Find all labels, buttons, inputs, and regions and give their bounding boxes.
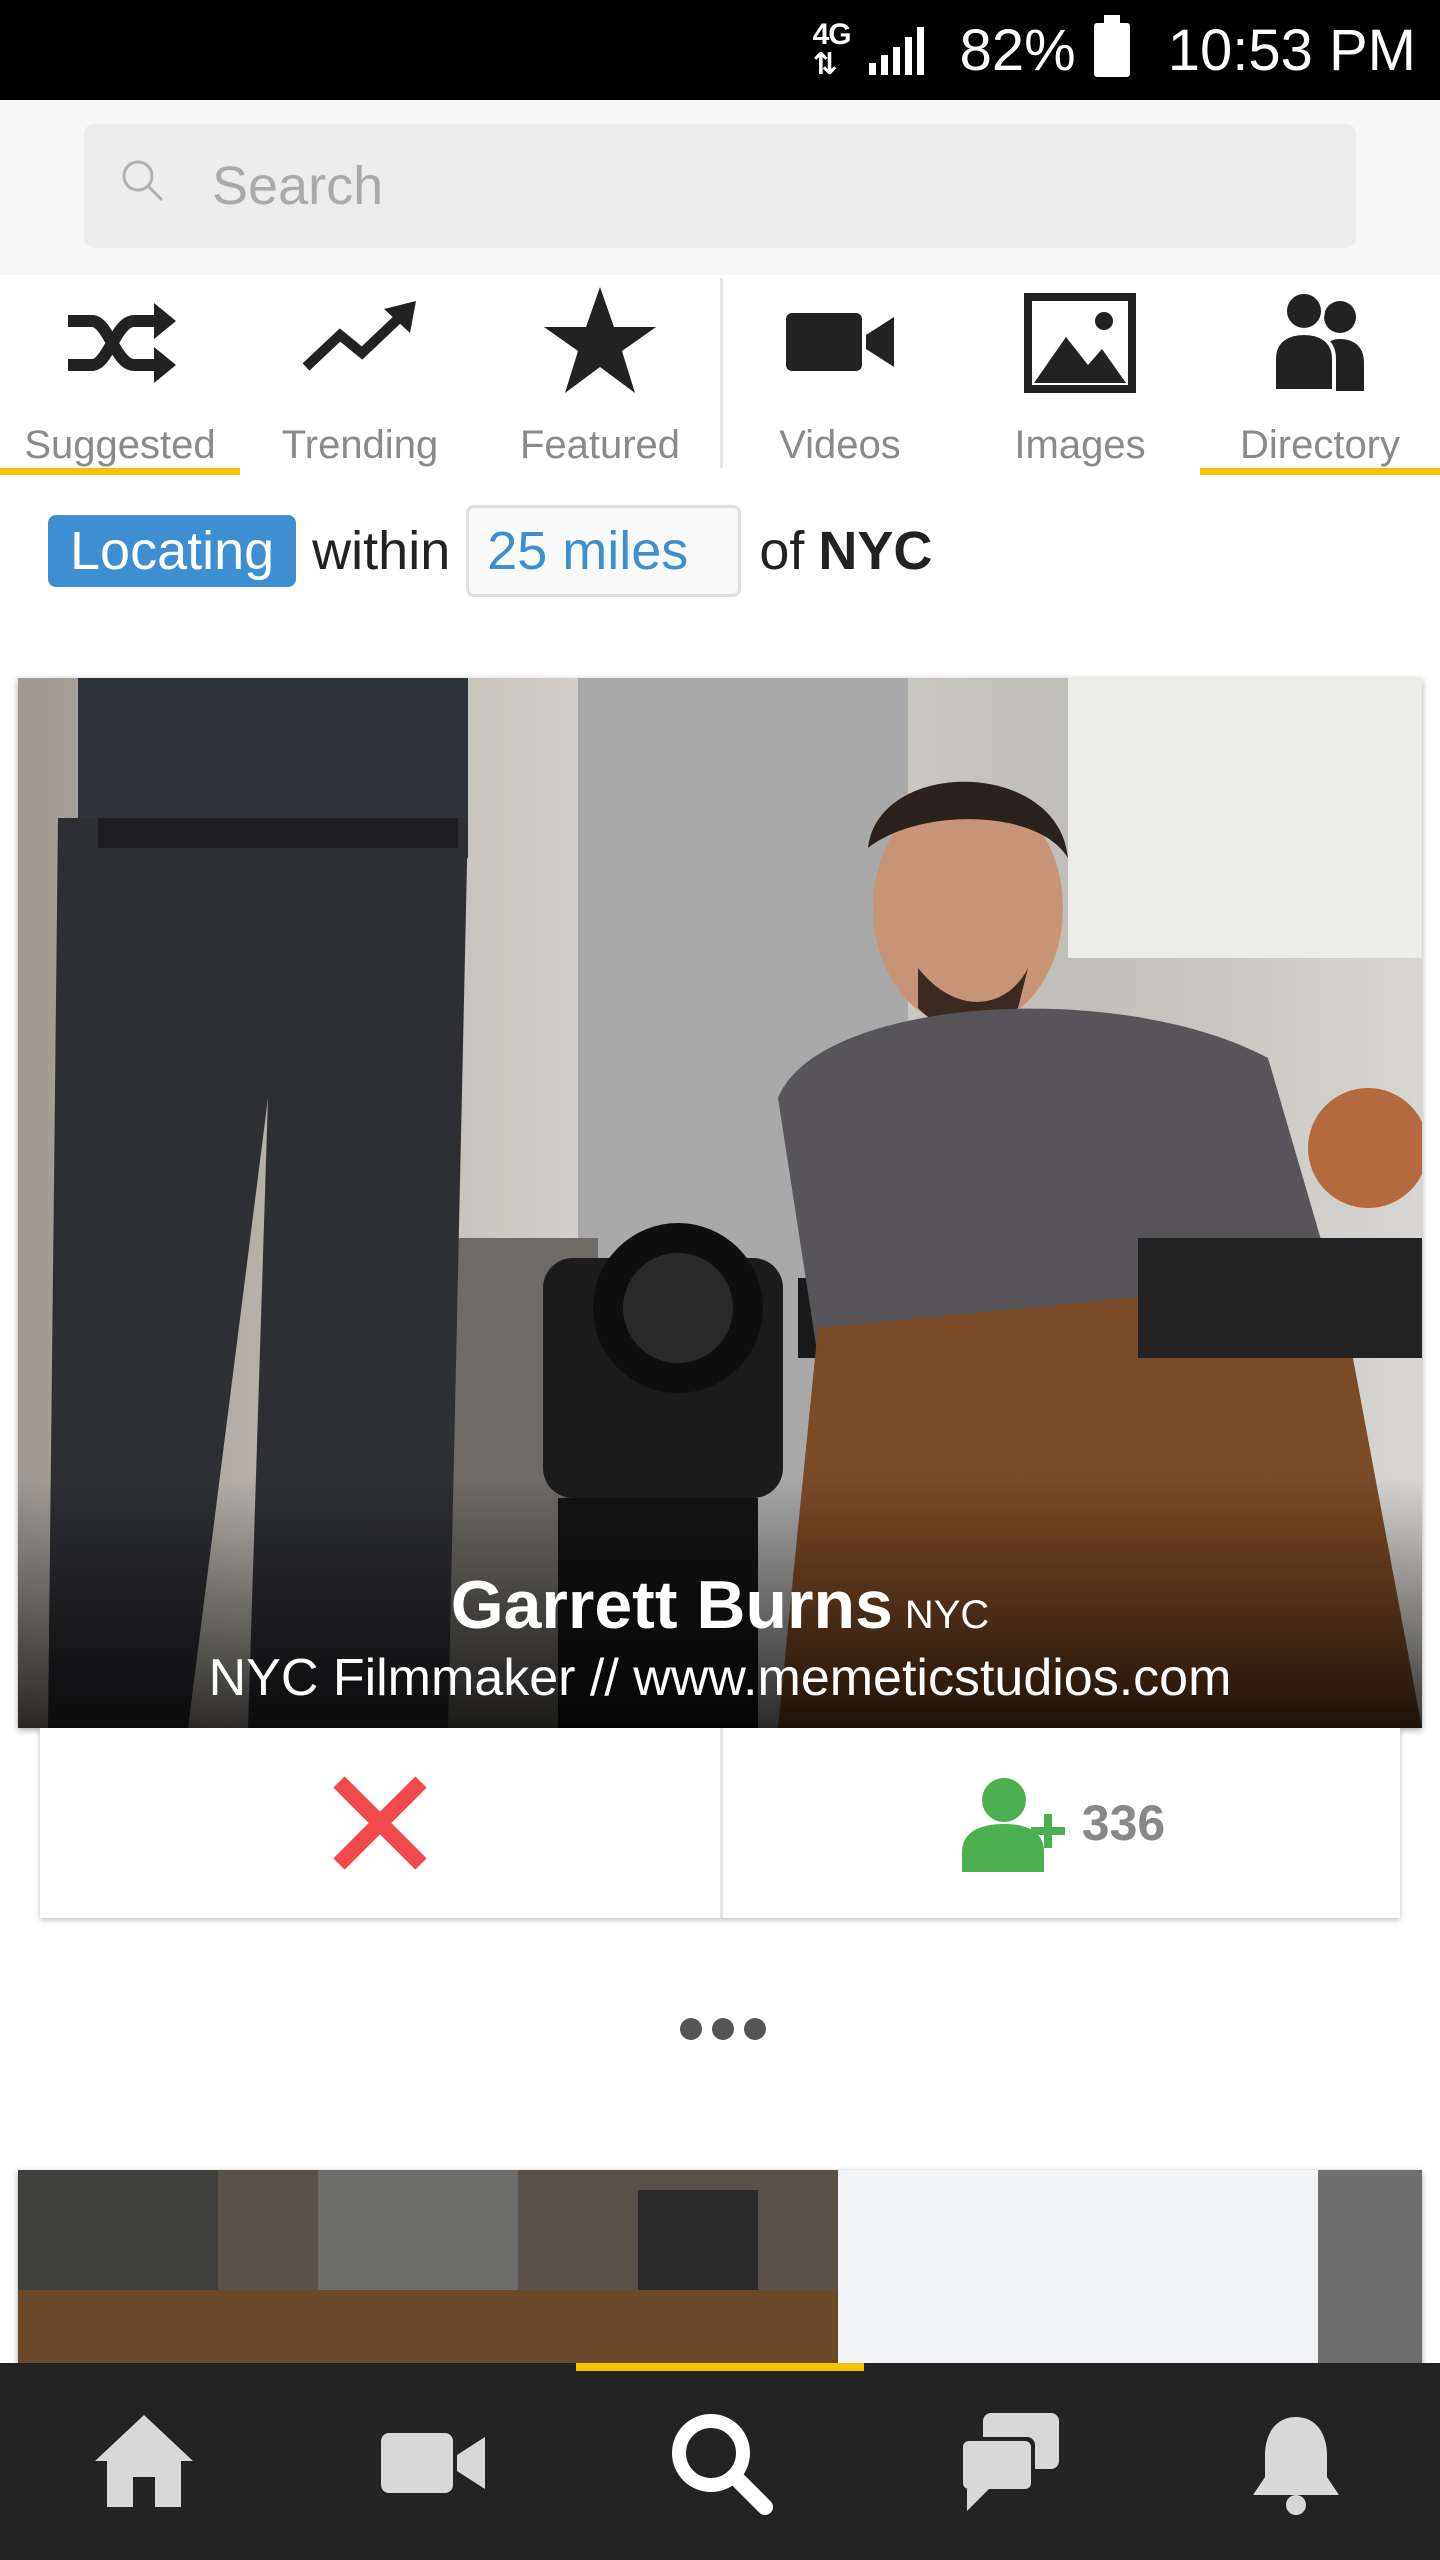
status-bar: 4G ⇅ 82% 10:53 PM <box>0 0 1440 100</box>
video-camera-icon <box>786 313 894 371</box>
search-area <box>0 100 1440 275</box>
chat-icon <box>959 2412 1059 2511</box>
people-icon <box>1272 290 1364 393</box>
profile-name-line: Garrett Burns NYC <box>18 1566 1422 1644</box>
locating-badge[interactable]: Locating <box>48 515 297 587</box>
network-indicator: 4G ⇅ <box>812 18 852 81</box>
battery-percent: 82% <box>959 17 1076 83</box>
home-icon <box>95 2414 193 2507</box>
profile-location: NYC <box>904 1593 990 1637</box>
within-label: within <box>312 521 451 581</box>
location-filter: Locating within 25 miles of NYC <box>48 505 932 597</box>
nav-search[interactable] <box>576 2363 864 2560</box>
tab-label: Suggested <box>24 423 216 467</box>
tab-trending[interactable]: Trending <box>240 275 480 475</box>
profile-photo <box>18 2170 1422 2370</box>
profile-name[interactable]: Garrett Burns <box>451 1567 893 1643</box>
tab-label: Images <box>1014 423 1146 467</box>
of-label: of <box>759 521 805 581</box>
tab-featured[interactable]: Featured <box>480 275 720 475</box>
image-icon <box>1024 293 1136 393</box>
follow-button[interactable]: 336 <box>720 1728 1400 1918</box>
search-icon <box>122 160 164 202</box>
tab-label: Featured <box>519 423 681 467</box>
shuffle-icon <box>68 303 176 383</box>
tab-images[interactable]: Images <box>960 275 1200 475</box>
tab-label: Directory <box>1239 423 1401 467</box>
add-user-icon <box>961 1778 1065 1872</box>
next-profile-card[interactable] <box>18 2170 1422 2370</box>
signal-icon <box>868 25 924 75</box>
bottom-navigation <box>0 2363 1440 2560</box>
radius-select[interactable]: 25 miles <box>466 505 742 597</box>
tab-directory[interactable]: Directory <box>1200 275 1440 475</box>
clock: 10:53 PM <box>1167 17 1416 83</box>
nav-messages[interactable] <box>864 2363 1152 2560</box>
profile-card[interactable]: Garrett Burns NYC NYC Filmmaker // www.me… <box>18 678 1422 1728</box>
tab-divider <box>720 278 723 468</box>
trending-icon <box>302 301 416 371</box>
follower-count: 336 <box>1081 1795 1166 1851</box>
tab-label: Trending <box>281 423 439 467</box>
star-icon <box>544 287 656 393</box>
dismiss-button[interactable] <box>40 1728 720 1918</box>
battery-icon <box>1093 15 1130 77</box>
nav-notifications[interactable] <box>1152 2363 1440 2560</box>
more-options-icon[interactable] <box>680 2018 766 2040</box>
profile-bio: NYC Filmmaker // www.memeticstudios.com <box>208 1649 1232 1707</box>
search-icon <box>672 2413 773 2515</box>
close-icon <box>333 1776 427 1870</box>
tab-label: Videos <box>779 423 901 467</box>
nav-videos[interactable] <box>288 2363 576 2560</box>
nav-home[interactable] <box>0 2363 288 2560</box>
city-label[interactable]: NYC <box>818 520 932 582</box>
video-camera-icon <box>381 2432 485 2493</box>
tab-videos[interactable]: Videos <box>720 275 960 475</box>
bell-icon <box>1253 2416 1339 2515</box>
card-actions: 336 <box>40 1728 1400 1918</box>
search-box[interactable] <box>84 124 1356 248</box>
search-input[interactable] <box>212 155 1312 217</box>
tab-suggested[interactable]: Suggested <box>0 275 240 475</box>
